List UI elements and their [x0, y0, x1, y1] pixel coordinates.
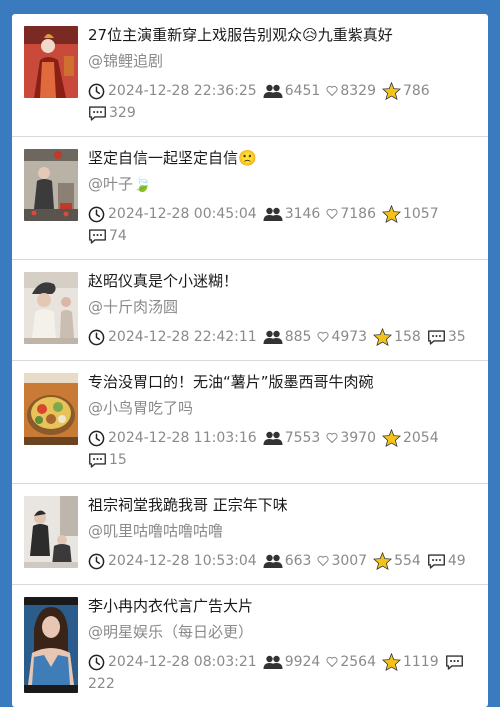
- star-icon: [381, 82, 401, 100]
- comment-count: 49: [447, 553, 466, 569]
- video-thumbnail[interactable]: [24, 597, 78, 693]
- video-stats: 2024-12-28 00:45:04 3146 7186 1057 74: [88, 203, 478, 259]
- viewers-icon: [263, 330, 283, 344]
- comment-count: 329: [109, 105, 136, 121]
- video-thumbnail[interactable]: [24, 373, 78, 445]
- author-name[interactable]: @十斤肉汤圆: [88, 295, 478, 319]
- author-name[interactable]: @锦鲤追剧: [88, 49, 478, 73]
- list-item[interactable]: 坚定自信一起坚定自信🙁 @叶子🍃 2024-12-28 00:45:04 314…: [12, 137, 488, 260]
- comment-icon: [89, 105, 106, 121]
- clock-icon: [88, 83, 105, 99]
- star-icon: [381, 205, 401, 223]
- comment-icon: [89, 228, 106, 244]
- comment-count: 15: [109, 452, 127, 468]
- viewer-count: 663: [284, 553, 312, 569]
- video-title[interactable]: 专治没胃口的！无油“薯片”版墨西哥牛肉碗: [88, 371, 478, 393]
- list-item[interactable]: 李小冉内衣代言广告大片 @明星娱乐（每日必更） 2024-12-28 08:03…: [12, 585, 488, 707]
- author-name[interactable]: @叽里咕噜咕噜咕噜: [88, 519, 478, 543]
- star-icon: [381, 429, 401, 447]
- like-count: 8329: [340, 83, 376, 99]
- video-title[interactable]: 坚定自信一起坚定自信🙁: [88, 147, 478, 169]
- video-title[interactable]: 赵昭仪真是个小迷糊！: [88, 270, 478, 292]
- heart-icon: [326, 208, 338, 220]
- video-stats: 2024-12-28 08:03:21 9924 2564 1119 222: [88, 651, 478, 707]
- heart-icon: [317, 555, 329, 567]
- heart-icon: [326, 656, 338, 668]
- publish-time: 2024-12-28 00:45:04: [108, 206, 257, 222]
- clock-icon: [88, 654, 105, 670]
- comment-count: 74: [109, 228, 127, 244]
- video-stats: 2024-12-28 22:42:11 885 4973 158 35: [88, 326, 478, 360]
- video-thumbnail[interactable]: [24, 272, 78, 344]
- viewers-icon: [263, 207, 283, 221]
- star-icon: [373, 552, 393, 570]
- list-item[interactable]: 专治没胃口的！无油“薯片”版墨西哥牛肉碗 @小鸟胃吃了吗 2024-12-28 …: [12, 361, 488, 484]
- viewers-icon: [263, 655, 283, 669]
- list-item[interactable]: 赵昭仪真是个小迷糊！ @十斤肉汤圆 2024-12-28 22:42:11 88…: [12, 260, 488, 361]
- list-item[interactable]: 祖宗祠堂我跪我哥 正宗年下味 @叽里咕噜咕噜咕噜 2024-12-28 10:5…: [12, 484, 488, 585]
- viewer-count: 6451: [284, 83, 321, 99]
- like-count: 7186: [340, 206, 376, 222]
- clock-icon: [88, 329, 105, 345]
- video-stats: 2024-12-28 10:53:04 663 3007 554 49: [88, 550, 478, 584]
- like-count: 4973: [331, 329, 368, 345]
- clock-icon: [88, 206, 105, 222]
- heart-icon: [326, 432, 338, 444]
- comment-icon: [445, 654, 463, 670]
- comment-count: 35: [447, 329, 466, 345]
- video-stats: 2024-12-28 22:36:25 6451 8329 786 329: [88, 80, 478, 136]
- video-title[interactable]: 李小冉内衣代言广告大片: [88, 595, 478, 617]
- favorite-count: 158: [394, 329, 421, 345]
- comment-icon: [427, 329, 445, 345]
- publish-time: 2024-12-28 22:42:11: [108, 329, 257, 345]
- video-title[interactable]: 27位主演重新穿上戏服告别观众😥九重紫真好: [88, 24, 478, 46]
- author-name[interactable]: @小鸟胃吃了吗: [88, 396, 478, 420]
- favorite-count: 554: [394, 553, 421, 569]
- heart-icon: [317, 331, 329, 343]
- video-thumbnail[interactable]: [24, 149, 78, 221]
- publish-time: 2024-12-28 22:36:25: [108, 83, 257, 99]
- like-count: 3970: [340, 430, 376, 446]
- video-thumbnail[interactable]: [24, 496, 78, 568]
- viewers-icon: [263, 554, 283, 568]
- author-name[interactable]: @叶子🍃: [88, 172, 478, 196]
- favorite-count: 786: [402, 83, 430, 99]
- publish-time: 2024-12-28 10:53:04: [108, 553, 257, 569]
- clock-icon: [88, 553, 105, 569]
- comment-icon: [427, 553, 445, 569]
- video-stats: 2024-12-28 11:03:16 7553 3970 2054 15: [88, 427, 478, 483]
- video-list: 27位主演重新穿上戏服告别观众😥九重紫真好 @锦鲤追剧 2024-12-28 2…: [12, 14, 488, 707]
- viewers-icon: [263, 84, 283, 98]
- star-icon: [373, 328, 393, 346]
- favorite-count: 1057: [402, 206, 439, 222]
- viewer-count: 3146: [284, 206, 321, 222]
- list-item[interactable]: 27位主演重新穿上戏服告别观众😥九重紫真好 @锦鲤追剧 2024-12-28 2…: [12, 14, 488, 137]
- star-icon: [381, 653, 401, 671]
- author-name[interactable]: @明星娱乐（每日必更）: [88, 620, 478, 644]
- viewer-count: 885: [284, 329, 312, 345]
- viewer-count: 7553: [284, 430, 321, 446]
- comment-icon: [89, 452, 106, 468]
- heart-icon: [326, 85, 338, 97]
- video-thumbnail[interactable]: [24, 26, 78, 98]
- like-count: 3007: [331, 553, 368, 569]
- publish-time: 2024-12-28 11:03:16: [108, 430, 257, 446]
- comment-count: 222: [88, 676, 115, 692]
- viewers-icon: [263, 431, 283, 445]
- favorite-count: 2054: [402, 430, 439, 446]
- video-title[interactable]: 祖宗祠堂我跪我哥 正宗年下味: [88, 494, 478, 516]
- clock-icon: [88, 430, 105, 446]
